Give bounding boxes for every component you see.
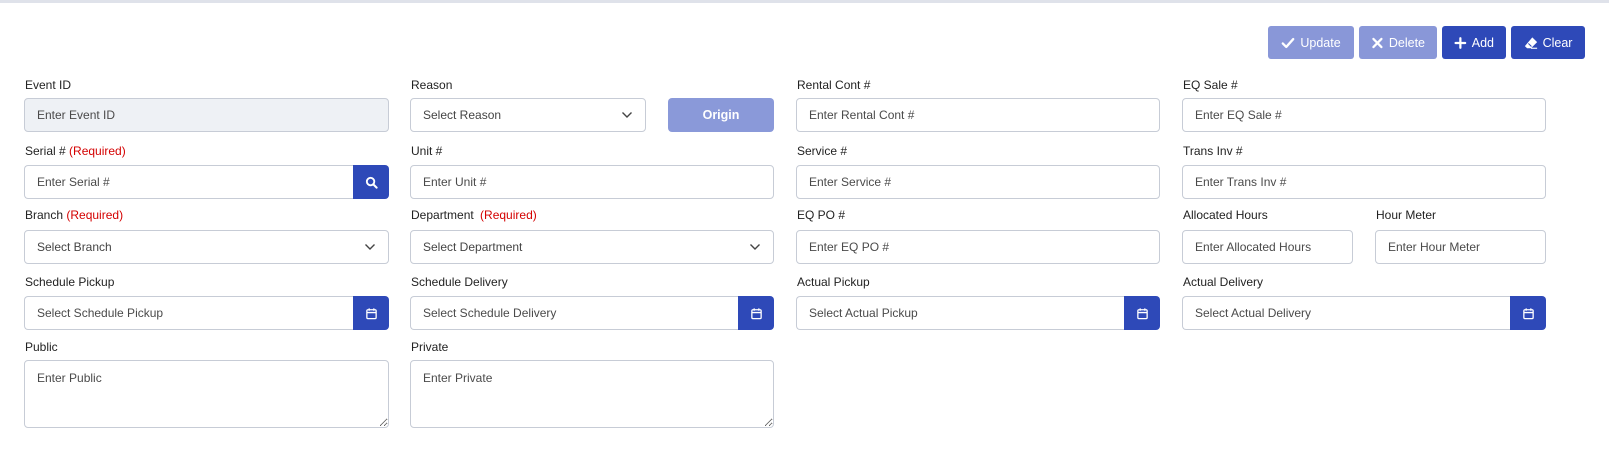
clear-label: Clear (1542, 35, 1573, 50)
allocated-hours-input[interactable] (1182, 230, 1353, 264)
actual-pickup-input[interactable] (796, 296, 1124, 330)
event-id-input[interactable] (24, 98, 389, 132)
serial-input[interactable] (24, 165, 353, 199)
calendar-icon (365, 307, 377, 319)
serial-search-button[interactable] (353, 165, 389, 199)
schedule-pickup-group (24, 296, 389, 330)
delete-button[interactable]: Delete (1359, 26, 1437, 59)
allocated-hours-label: Allocated Hours (1183, 208, 1268, 222)
chevron-down-icon (750, 244, 760, 250)
top-border (0, 0, 1609, 3)
department-select[interactable]: Select Department (410, 230, 774, 264)
chevron-down-icon (622, 112, 632, 118)
schedule-delivery-group (410, 296, 774, 330)
trans-inv-input[interactable] (1182, 165, 1546, 199)
action-toolbar: Update Delete Add Clear (1268, 26, 1585, 59)
unit-label: Unit # (411, 144, 443, 158)
add-button[interactable]: Add (1442, 26, 1506, 59)
schedule-delivery-calendar-button[interactable] (738, 296, 774, 330)
serial-label: Serial # (Required) (25, 144, 126, 158)
branch-label-text: Branch (25, 208, 64, 222)
update-button[interactable]: Update (1268, 26, 1354, 59)
update-label: Update (1300, 35, 1341, 50)
rental-cont-input[interactable] (796, 98, 1160, 132)
eq-sale-label: EQ Sale # (1183, 78, 1238, 92)
actual-delivery-label: Actual Delivery (1183, 275, 1264, 289)
hour-meter-input[interactable] (1375, 230, 1546, 264)
branch-select[interactable]: Select Branch (24, 230, 389, 264)
actual-pickup-group (796, 296, 1160, 330)
actual-delivery-group (1182, 296, 1546, 330)
rental-cont-label: Rental Cont # (797, 78, 871, 92)
trans-inv-label: Trans Inv # (1183, 144, 1243, 158)
reason-select-value: Select Reason (423, 108, 502, 122)
serial-label-text: Serial # (25, 144, 66, 158)
department-label-text: Department (411, 208, 474, 222)
actual-pickup-label: Actual Pickup (797, 275, 870, 289)
delete-label: Delete (1388, 35, 1425, 50)
serial-input-group (24, 165, 389, 199)
clear-button[interactable]: Clear (1511, 26, 1585, 59)
x-icon (1372, 37, 1383, 48)
unit-input[interactable] (410, 165, 774, 199)
actual-delivery-calendar-button[interactable] (1510, 296, 1546, 330)
branch-label: Branch (Required) (25, 208, 123, 222)
department-required-text: (Required) (480, 208, 537, 222)
service-input[interactable] (796, 165, 1160, 199)
private-label: Private (411, 340, 449, 354)
calendar-icon (1136, 307, 1148, 319)
eq-po-label: EQ PO # (797, 208, 846, 222)
schedule-delivery-input[interactable] (410, 296, 738, 330)
private-textarea[interactable] (410, 360, 774, 428)
reason-select[interactable]: Select Reason (410, 98, 646, 132)
branch-select-value: Select Branch (37, 240, 112, 254)
eq-po-input[interactable] (796, 230, 1160, 264)
eraser-icon (1524, 36, 1537, 49)
calendar-icon (750, 307, 762, 319)
branch-required-text: (Required) (66, 208, 124, 222)
public-textarea[interactable] (24, 360, 389, 428)
schedule-pickup-calendar-button[interactable] (353, 296, 389, 330)
actual-delivery-input[interactable] (1182, 296, 1510, 330)
search-icon (365, 176, 378, 189)
department-select-value: Select Department (423, 240, 523, 254)
eq-sale-input[interactable] (1182, 98, 1546, 132)
check-icon (1281, 37, 1295, 48)
chevron-down-icon (365, 244, 375, 250)
department-label: Department (Required) (411, 208, 537, 222)
actual-pickup-calendar-button[interactable] (1124, 296, 1160, 330)
serial-required-text: (Required) (69, 144, 126, 158)
origin-button[interactable]: Origin (668, 98, 774, 132)
public-label: Public (25, 340, 58, 354)
add-label: Add (1471, 35, 1494, 50)
schedule-delivery-label: Schedule Delivery (411, 275, 508, 289)
service-label: Service # (797, 144, 848, 158)
schedule-pickup-label: Schedule Pickup (25, 275, 115, 289)
plus-icon (1454, 36, 1467, 49)
schedule-pickup-input[interactable] (24, 296, 353, 330)
reason-label: Reason (411, 78, 453, 92)
hour-meter-label: Hour Meter (1376, 208, 1437, 222)
event-id-label: Event ID (25, 78, 72, 92)
calendar-icon (1522, 307, 1534, 319)
